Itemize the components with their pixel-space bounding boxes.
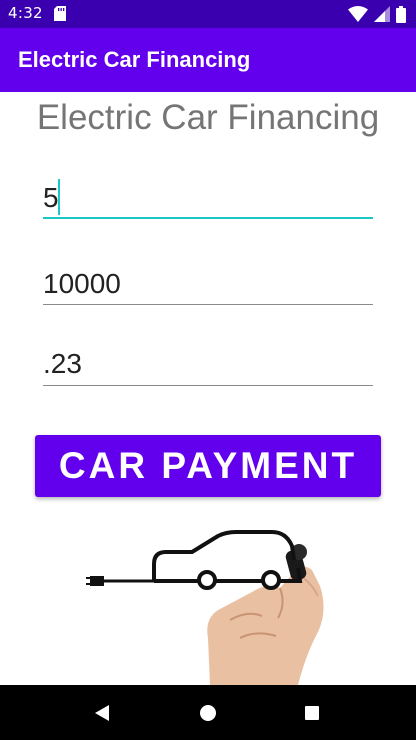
status-bar: 4:32 bbox=[0, 0, 416, 28]
years-input-underline bbox=[43, 217, 373, 219]
text-caret bbox=[58, 179, 60, 215]
back-icon bbox=[95, 705, 109, 721]
app-bar: Electric Car Financing bbox=[0, 28, 416, 92]
navigation-bar bbox=[0, 685, 416, 740]
rate-input[interactable] bbox=[43, 342, 373, 386]
wifi-icon bbox=[348, 6, 368, 22]
amount-input[interactable] bbox=[43, 262, 373, 306]
years-input[interactable] bbox=[43, 176, 373, 220]
recents-button[interactable] bbox=[298, 699, 326, 727]
amount-input-underline bbox=[43, 304, 373, 305]
rate-input-underline bbox=[43, 385, 373, 386]
page-heading: Electric Car Financing bbox=[36, 98, 380, 137]
back-button[interactable] bbox=[88, 699, 116, 727]
sd-card-icon bbox=[54, 6, 66, 21]
battery-icon bbox=[396, 5, 406, 23]
recents-icon bbox=[305, 706, 319, 720]
car-payment-button[interactable]: CAR PAYMENT bbox=[35, 435, 381, 497]
status-time: 4:32 bbox=[8, 4, 43, 22]
app-bar-title: Electric Car Financing bbox=[18, 47, 251, 72]
electric-car-illustration bbox=[86, 530, 324, 685]
home-button[interactable] bbox=[194, 699, 222, 727]
home-icon bbox=[200, 705, 216, 721]
signal-icon bbox=[374, 6, 390, 22]
